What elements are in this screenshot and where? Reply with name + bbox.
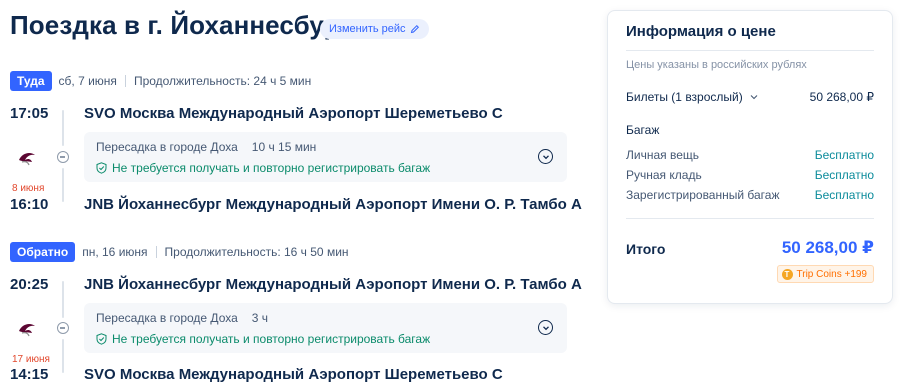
return-stop-icon [57, 322, 69, 334]
return-duration: Продолжительность: 16 ч 50 мин [164, 245, 349, 259]
tickets-price: 50 268,00 ₽ [809, 90, 874, 104]
currency-note: Цены указаны в российских рублях [626, 59, 807, 71]
outbound-arrival-time: 16:10 [10, 196, 49, 213]
outbound-transfer-city: Пересадка в городе Доха [96, 140, 238, 154]
outbound-header: Туда сб, 7 июня Продолжительность: 24 ч … [10, 71, 311, 91]
return-route-line-bottom [62, 339, 64, 373]
baggage-value: Бесплатно [814, 188, 874, 202]
outbound-duration: Продолжительность: 24 ч 5 мин [133, 74, 312, 88]
return-badge: Обратно [10, 242, 76, 262]
return-arrival-airport: SVO Москва Международный Аэропорт Шереме… [84, 366, 503, 383]
return-transfer-city: Пересадка в городе Доха [96, 311, 238, 325]
return-date: пн, 16 июня [82, 245, 148, 259]
airline-logo-icon [19, 152, 35, 166]
divider [626, 50, 874, 51]
return-arrival-date-note: 17 июня [12, 354, 50, 365]
baggage-value: Бесплатно [814, 168, 874, 182]
outbound-route-line-top [62, 110, 64, 146]
return-departure-time: 20:25 [10, 276, 49, 293]
baggage-label: Личная вещь [626, 148, 700, 162]
baggage-row: Ручная кладь Бесплатно [626, 168, 874, 182]
outbound-expand-button[interactable] [538, 149, 553, 164]
baggage-row: Личная вещь Бесплатно [626, 148, 874, 162]
divider [155, 246, 157, 258]
outbound-route-line-bottom [62, 168, 64, 202]
outbound-arrival-date-note: 8 июня [12, 183, 45, 194]
return-header: Обратно пн, 16 июня Продолжительность: 1… [10, 242, 349, 262]
outbound-badge: Туда [10, 71, 52, 91]
baggage-value: Бесплатно [814, 148, 874, 162]
outbound-transfer-duration: 10 ч 15 мин [251, 140, 317, 154]
tickets-toggle[interactable]: Билеты (1 взрослый) [626, 90, 759, 104]
divider [626, 218, 874, 219]
return-transfer-box: Пересадка в городе Доха 3 ч Не требуется… [84, 303, 567, 353]
trip-coin-icon: T [781, 268, 793, 280]
pencil-icon [410, 24, 419, 34]
return-baggage-note: Не требуется получать и повторно регистр… [112, 332, 431, 346]
baggage-label: Зарегистрированный багаж [626, 188, 780, 202]
outbound-stop-icon [57, 151, 69, 163]
trip-coins-label: Trip Coins +199 [796, 268, 868, 280]
page-title: Поездка в г. Йоханнесбург [10, 10, 351, 40]
shield-check-icon [96, 333, 107, 345]
tickets-label: Билеты (1 взрослый) [626, 90, 743, 104]
total-label: Итого [626, 241, 666, 257]
price-info-card: Информация о цене Цены указаны в российс… [607, 10, 893, 304]
trip-coins-badge: T Trip Coins +199 [776, 265, 874, 283]
change-flight-button[interactable]: Изменить рейс [320, 19, 429, 39]
chevron-down-icon [542, 154, 549, 159]
outbound-arrival-airport: JNB Йоханнесбург Международный Аэропорт … [84, 196, 582, 213]
baggage-title: Багаж [626, 123, 660, 137]
return-arrival-time: 14:15 [10, 366, 49, 383]
return-departure-airport: JNB Йоханнесбург Международный Аэропорт … [84, 276, 582, 293]
outbound-departure-airport: SVO Москва Международный Аэропорт Шереме… [84, 105, 503, 122]
return-expand-button[interactable] [538, 320, 553, 335]
return-route-line-top [62, 281, 64, 318]
shield-check-icon [96, 162, 107, 174]
outbound-departure-time: 17:05 [10, 105, 49, 122]
baggage-label: Ручная кладь [626, 168, 702, 182]
divider [124, 75, 126, 87]
chevron-down-icon [750, 95, 758, 100]
total-value: 50 268,00 ₽ [781, 238, 874, 257]
price-info-title: Информация о цене [626, 23, 776, 40]
baggage-row: Зарегистрированный багаж Бесплатно [626, 188, 874, 202]
outbound-transfer-box: Пересадка в городе Доха 10 ч 15 мин Не т… [84, 132, 567, 182]
chevron-down-icon [542, 325, 549, 330]
change-flight-label: Изменить рейс [329, 23, 406, 35]
outbound-date: сб, 7 июня [58, 74, 117, 88]
return-transfer-duration: 3 ч [251, 311, 269, 325]
airline-logo-icon [19, 323, 35, 337]
outbound-baggage-note: Не требуется получать и повторно регистр… [112, 161, 431, 175]
